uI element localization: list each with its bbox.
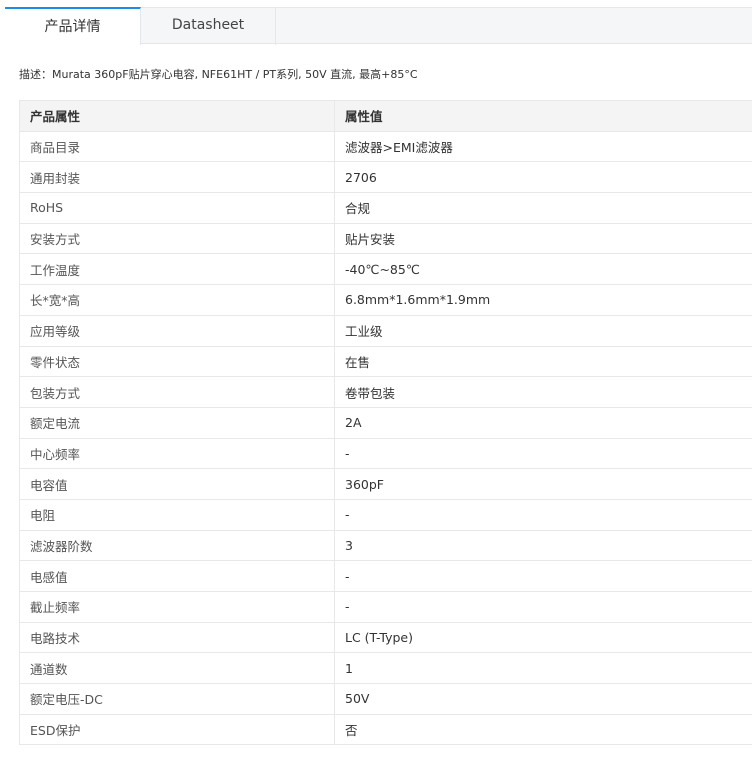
table-row: 安装方式 贴片安装: [19, 222, 752, 255]
attribute-value-cell: 6.8mm*1.6mm*1.9mm: [334, 284, 752, 316]
column-header-value: 属性值: [334, 100, 752, 132]
attribute-value-cell: 2A: [334, 406, 752, 439]
attribute-name-cell: 电阻: [19, 498, 335, 531]
attribute-name-cell: 中心频率: [19, 437, 335, 470]
table-row: 应用等级 工业级: [19, 314, 752, 347]
attribute-value-cell: 1: [334, 652, 752, 685]
table-row: 包装方式 卷带包装: [19, 376, 752, 408]
table-row: 滤波器阶数 3: [19, 529, 752, 562]
attribute-name-cell: 安装方式: [19, 222, 335, 255]
product-detail-page: 产品详情 Datasheet 描述：Murata 360pF贴片穿心电容, NF…: [0, 0, 752, 768]
table-row: ESD保护否: [19, 713, 752, 746]
attribute-value-cell: 滤波器>EMI滤波器: [334, 130, 752, 163]
attribute-value-cell: 在售: [334, 345, 752, 378]
attribute-value-cell: 否: [334, 713, 752, 746]
table-row: 电阻 -: [19, 498, 752, 531]
attribute-name-cell: 通用封装: [19, 161, 335, 194]
attribute-name-cell: RoHS: [19, 192, 335, 224]
attribute-name-cell: 包装方式: [19, 376, 335, 408]
table-row: 电感值 -: [19, 560, 752, 592]
attribute-name-cell: 工作温度: [19, 253, 335, 286]
attribute-name-cell: 长*宽*高: [19, 284, 335, 316]
attribute-value-cell: 2706: [334, 161, 752, 194]
table-row: 通道数 1: [19, 652, 752, 685]
attribute-name-cell: 截止频率: [19, 591, 335, 623]
table-row: 额定电流 2A: [19, 406, 752, 439]
attribute-name-cell: 额定电压-DC: [19, 683, 335, 715]
attribute-name-cell: 零件状态: [19, 345, 335, 378]
table-row: 长*宽*高 6.8mm*1.6mm*1.9mm: [19, 284, 752, 316]
attribute-value-cell: 卷带包装: [334, 376, 752, 408]
attribute-name-cell: 商品目录: [19, 130, 335, 163]
attribute-name-cell: 应用等级: [19, 314, 335, 347]
attribute-value-cell: -: [334, 437, 752, 470]
attribute-value-cell: -: [334, 591, 752, 623]
table-row: 额定电压-DC 50V: [19, 683, 752, 715]
tab-bar: 产品详情 Datasheet: [5, 7, 752, 45]
table-row: 工作温度 -40℃~85℃: [19, 253, 752, 286]
table-row: 商品目录 滤波器>EMI滤波器: [19, 130, 752, 163]
attribute-value-cell: -: [334, 560, 752, 592]
attribute-value-cell: -40℃~85℃: [334, 253, 752, 286]
attribute-name-cell: 滤波器阶数: [19, 529, 335, 562]
attribute-value-cell: 工业级: [334, 314, 752, 347]
table-header-row: 产品属性 属性值: [19, 100, 752, 132]
tab-datasheet[interactable]: Datasheet: [141, 7, 276, 45]
table-row: RoHS 合规: [19, 192, 752, 224]
attribute-value-cell: 50V: [334, 683, 752, 715]
spec-table: 产品属性 属性值 商品目录 滤波器>EMI滤波器 通用封装 2706 RoHS 合规 安装方…: [19, 100, 752, 746]
attribute-name-cell: 通道数: [19, 652, 335, 685]
attribute-value-cell: 3: [334, 529, 752, 562]
product-description: 描述：Murata 360pF贴片穿心电容, NFE61HT / PT系列, 5…: [19, 68, 418, 81]
spec-table-body: 商品目录 滤波器>EMI滤波器 通用封装 2706 RoHS 合规 安装方式 贴片安装 工作温度…: [19, 130, 752, 746]
table-row: 零件状态 在售: [19, 345, 752, 378]
tab-product-details[interactable]: 产品详情: [5, 7, 141, 45]
column-header-attribute: 产品属性: [19, 100, 335, 132]
attribute-value-cell: 合规: [334, 192, 752, 224]
table-row: 中心频率 -: [19, 437, 752, 470]
table-row: 截止频率 -: [19, 591, 752, 623]
attribute-name-cell: 额定电流: [19, 406, 335, 439]
table-row: 电路技术 LC (T-Type): [19, 621, 752, 654]
attribute-name-cell: 电容值: [19, 468, 335, 500]
attribute-name-cell: 电路技术: [19, 621, 335, 654]
attribute-name-cell: ESD保护: [19, 713, 335, 746]
attribute-value-cell: LC (T-Type): [334, 621, 752, 654]
attribute-value-cell: 贴片安装: [334, 222, 752, 255]
attribute-value-cell: -: [334, 498, 752, 531]
attribute-name-cell: 电感值: [19, 560, 335, 592]
attribute-value-cell: 360pF: [334, 468, 752, 500]
table-row: 通用封装 2706: [19, 161, 752, 194]
table-row: 电容值 360pF: [19, 468, 752, 500]
